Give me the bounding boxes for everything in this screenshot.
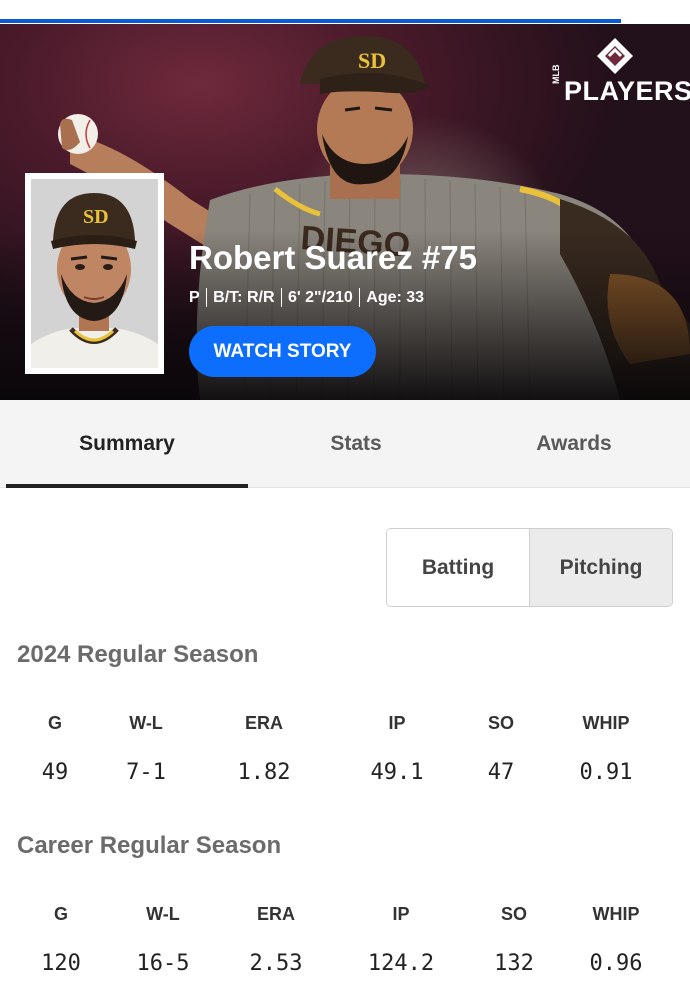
stat-value: 7-1 bbox=[126, 760, 166, 785]
active-tab-indicator bbox=[6, 484, 248, 488]
stat-g: G 120 bbox=[41, 904, 81, 976]
stat-so: SO 47 bbox=[488, 713, 515, 785]
stat-whip: WHIP 0.96 bbox=[590, 904, 643, 976]
stat-header: ERA bbox=[256, 904, 296, 924]
svg-text:SD: SD bbox=[358, 48, 386, 73]
stat-ip: IP 49.1 bbox=[371, 713, 424, 785]
stat-header: WHIP bbox=[582, 713, 630, 733]
tab-summary[interactable]: Summary bbox=[6, 400, 248, 488]
story-progress-track bbox=[0, 0, 690, 24]
stat-header: W-L bbox=[146, 904, 180, 924]
stat-value: 1.82 bbox=[237, 760, 291, 785]
stat-wl: W-L 7-1 bbox=[126, 713, 166, 785]
stat-era: ERA 2.53 bbox=[250, 904, 303, 976]
stat-value: 120 bbox=[41, 951, 81, 976]
stat-header: W-L bbox=[129, 713, 163, 733]
stat-whip: WHIP 0.91 bbox=[580, 713, 633, 785]
pitching-toggle-button[interactable]: Pitching bbox=[529, 529, 672, 606]
bio-divider bbox=[358, 288, 361, 307]
stat-header: IP bbox=[388, 713, 406, 733]
stat-wl: W-L 16-5 bbox=[137, 904, 190, 976]
mlb-logo-small-text: MLB bbox=[551, 64, 561, 85]
stat-value: 49.1 bbox=[370, 760, 424, 785]
stat-value: 16-5 bbox=[136, 951, 190, 976]
tab-stats[interactable]: Stats bbox=[248, 400, 464, 488]
stat-value: 47 bbox=[487, 760, 515, 785]
story-progress-bar bbox=[0, 19, 621, 23]
player-name: Robert Suarez #75 bbox=[189, 239, 477, 276]
player-bats-throws: B/T: R/R bbox=[213, 288, 275, 306]
stat-value: 132 bbox=[494, 951, 534, 976]
stat-header: G bbox=[53, 904, 68, 924]
bio-divider bbox=[280, 288, 282, 307]
season-title: 2024 Regular Season bbox=[17, 641, 259, 668]
player-age: Age: 33 bbox=[366, 288, 425, 306]
tab-awards[interactable]: Awards bbox=[464, 400, 684, 488]
stat-value: 2.53 bbox=[249, 951, 303, 976]
stat-type-toggle: Batting Pitching bbox=[386, 528, 673, 607]
stat-header: WHIP bbox=[592, 904, 640, 924]
svg-text:SD: SD bbox=[83, 206, 109, 228]
stat-header: G bbox=[47, 713, 62, 733]
bio-divider bbox=[205, 288, 208, 307]
stat-header: SO bbox=[500, 904, 527, 924]
player-headshot-image: SD bbox=[31, 179, 158, 368]
batting-toggle-button[interactable]: Batting bbox=[387, 529, 529, 606]
mlb-logo-text: PLAYERS bbox=[564, 76, 690, 106]
stat-header: SO bbox=[487, 713, 514, 733]
player-position: P bbox=[189, 288, 200, 306]
stat-era: ERA 1.82 bbox=[238, 713, 291, 785]
player-height-weight: 6' 2"/210 bbox=[288, 288, 353, 306]
player-bio-line: P B/T: R/R 6' 2"/210 Age: 33 bbox=[189, 288, 424, 307]
watch-story-button[interactable]: WATCH STORY bbox=[189, 326, 376, 377]
profile-tabs: Summary Stats Awards bbox=[0, 400, 690, 488]
stat-value: 0.91 bbox=[579, 760, 633, 785]
stat-value: 49 bbox=[41, 760, 69, 785]
stat-ip: IP 124.2 bbox=[368, 904, 434, 976]
stat-value: 124.2 bbox=[367, 951, 435, 976]
stat-g: G 49 bbox=[42, 713, 69, 785]
player-hero: DIEGO SD MLB PLAYERS bbox=[0, 24, 690, 400]
stat-so: SO 132 bbox=[494, 904, 534, 976]
season-title: Career Regular Season bbox=[17, 832, 282, 859]
stat-value: 0.96 bbox=[589, 951, 643, 976]
stat-header: IP bbox=[392, 904, 410, 924]
player-headshot: SD bbox=[25, 173, 164, 374]
stat-header: ERA bbox=[244, 713, 284, 733]
